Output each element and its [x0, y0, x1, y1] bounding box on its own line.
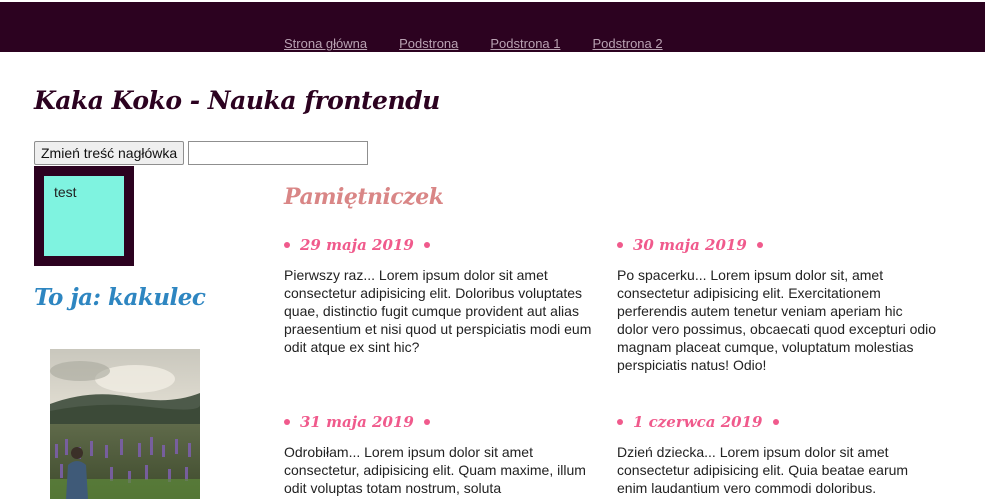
entry-date: 30 maja 2019	[617, 234, 937, 256]
entry-text: Dzień dziecka... Lorem ipsum dolor sit a…	[617, 444, 909, 496]
diary-entry: 30 maja 2019 Po spacerku... Lorem ipsum …	[617, 234, 937, 374]
bullet-dot-icon	[617, 419, 623, 425]
site-title: Kaka Koko - Nauka frontendu	[34, 86, 440, 115]
diary-title: Pamiętniczek	[284, 184, 444, 210]
nav-link-home[interactable]: Strona główna	[284, 36, 367, 51]
about-title: To ja: kakulec	[34, 284, 206, 311]
bullet-dot-icon	[284, 419, 290, 425]
bullet-dot-icon	[284, 242, 290, 248]
main-nav: Strona główna Podstrona Podstrona 1 Pods…	[284, 36, 663, 51]
entry-text: Odrobiłam... Lorem ipsum dolor sit amet …	[284, 444, 586, 496]
diary-entry: 29 maja 2019 Pierwszy raz... Lorem ipsum…	[284, 234, 604, 356]
bullet-dot-icon	[423, 419, 430, 425]
entry-date: 1 czerwca 2019	[617, 411, 937, 433]
entry-date: 29 maja 2019	[284, 234, 604, 256]
nav-link-podstrona-1[interactable]: Podstrona 1	[490, 36, 560, 51]
entry-date-text: 29 maja 2019	[300, 236, 414, 254]
nav-link-podstrona-2[interactable]: Podstrona 2	[593, 36, 663, 51]
entry-date-text: 31 maja 2019	[300, 413, 414, 431]
header-text-input[interactable]	[188, 141, 369, 165]
bullet-dot-icon	[772, 419, 779, 425]
test-box: test	[44, 176, 124, 256]
nav-link-podstrona[interactable]: Podstrona	[399, 36, 458, 51]
entry-date-text: 30 maja 2019	[633, 236, 747, 254]
diary-entry: 1 czerwca 2019 Dzień dziecka... Lorem ip…	[617, 411, 937, 497]
header-controls: Zmień treść nagłówka	[34, 141, 369, 165]
top-navigation-bar: Strona główna Podstrona Podstrona 1 Pods…	[0, 2, 985, 52]
bullet-dot-icon	[617, 242, 623, 248]
test-box-text: test	[54, 184, 77, 200]
change-header-button[interactable]: Zmień treść nagłówka	[34, 141, 185, 165]
profile-photo	[50, 349, 200, 499]
bullet-dot-icon	[756, 242, 763, 248]
entry-date: 31 maja 2019	[284, 411, 604, 433]
entry-text: Pierwszy raz... Lorem ipsum dolor sit am…	[284, 267, 592, 355]
bullet-dot-icon	[423, 242, 430, 248]
diary-entry: 31 maja 2019 Odrobiłam... Lorem ipsum do…	[284, 411, 604, 497]
entry-text: Po spacerku... Lorem ipsum dolor sit, am…	[617, 267, 937, 373]
test-box-frame: test	[34, 166, 134, 266]
entry-date-text: 1 czerwca 2019	[633, 413, 763, 431]
